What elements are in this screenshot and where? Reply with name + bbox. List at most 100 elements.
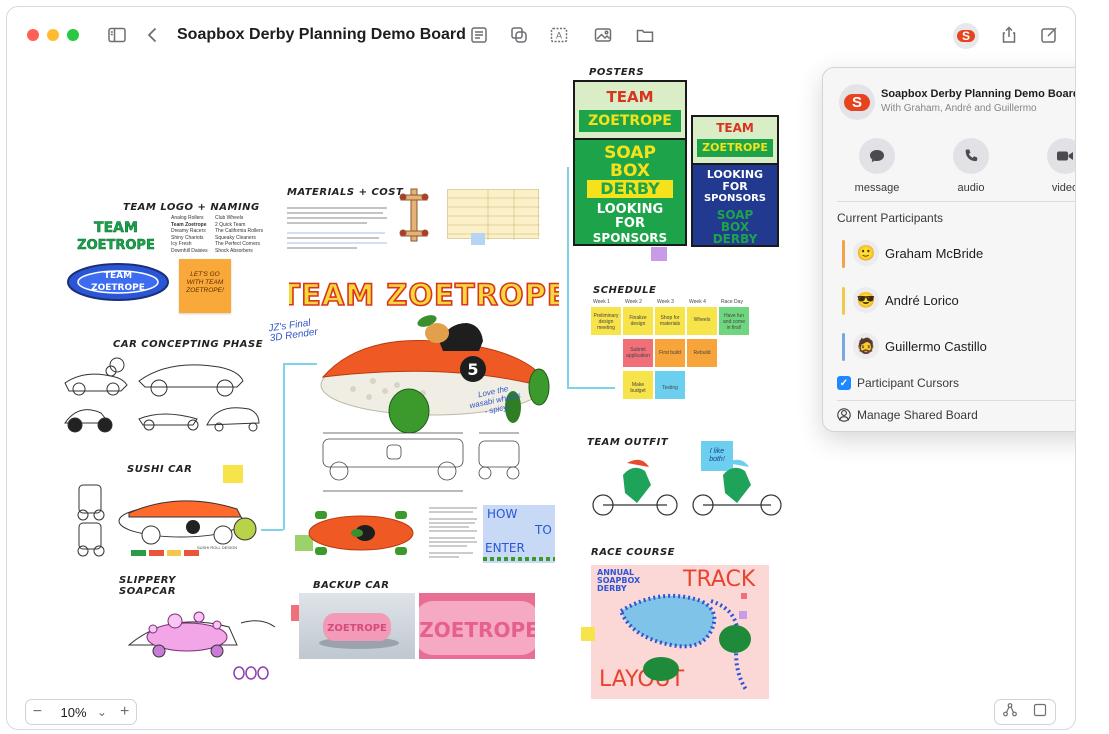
freeform-window: Soapbox Derby Planning Demo Board A S TE… [6,6,1076,730]
divider [837,400,1075,401]
zoom-level[interactable]: 10% [49,705,91,720]
schedule-note[interactable]: Wheels [687,307,717,335]
participant-name: Guillermo Castillo [885,339,987,354]
race-course-map[interactable]: ANNUAL SOAPBOX DERBY TRACK LAYOUT [591,565,769,699]
sushi-car-3d-render[interactable]: 5 [313,305,553,434]
toolbar: Soapbox Derby Planning Demo Board A S [7,7,1075,63]
audio-button[interactable]: audio [941,138,1001,194]
participant-color-bar [842,333,845,361]
section-car-concept-label: CAR CONCEPTING PHASE [113,339,264,350]
participant-cursors-toggle[interactable]: ✓ Participant Cursors [837,374,959,392]
section-team-logo-label: TEAM LOGO + NAMING [123,202,260,213]
team-logo-block[interactable]: TEAM ZOETROPE [71,217,161,253]
zoom-in-button[interactable]: + [113,703,136,721]
zoom-control[interactable]: − 10% ⌄ + [25,699,137,725]
avatar: 😎 [853,287,879,313]
poster-soapbox-derby[interactable]: TEAM ZOETROPE SOAP BOX DERBY LOOKING FOR… [573,80,687,246]
sidebar-toggle-icon[interactable] [105,23,129,47]
participants-heading: Current Participants [837,211,944,225]
section-race-course-label: RACE COURSE [591,547,675,558]
ring-logo[interactable]: TEAM ZOETROPE [65,261,171,303]
media-icon[interactable] [591,23,615,47]
phone-icon [953,138,989,174]
how-to-enter-poster[interactable]: HOW TO ENTER [483,505,555,563]
video-button[interactable]: video [1035,138,1075,194]
schedule-note[interactable]: First build [655,339,685,367]
schedule-note[interactable]: Make budget [623,371,653,399]
sushi-car-top-view[interactable] [305,505,417,561]
participant-name: Graham McBride [885,246,984,261]
people-gear-icon [837,408,851,422]
avatar: 🧔 [853,333,879,359]
sticky-note-poster[interactable] [651,247,667,261]
schedule-note[interactable]: Submit application [623,339,653,367]
diagram-view-icon[interactable] [1002,702,1018,723]
team-outfit-illustration[interactable] [587,455,787,517]
svg-text:TEAM: TEAM [104,271,132,281]
cost-table[interactable] [447,189,540,240]
how-to-enter-text [429,505,479,561]
color-swatches [131,550,199,556]
text-box-icon[interactable]: A [547,23,571,47]
zoom-menu-chevron-icon[interactable]: ⌄ [91,705,114,719]
popover-subtitle: With Graham, André and Guillermo [881,103,1037,114]
shapes-icon[interactable] [507,23,531,47]
folder-icon[interactable] [633,23,657,47]
wood-frame-sketch[interactable] [397,187,431,243]
svg-text:ZOETROPE: ZOETROPE [419,618,535,642]
section-team-outfit-label: TEAM OUTFIT [587,437,669,448]
divider [837,201,1075,202]
car-concept-sketches[interactable] [57,353,267,445]
share-icon[interactable] [997,23,1021,47]
participant-row[interactable]: 🧔 Guillermo Castillo [837,327,1075,367]
collaboration-popover: S Soapbox Derby Planning Demo Board With… [822,67,1076,432]
schedule-note[interactable]: Rebuild [687,339,717,367]
note-icon[interactable] [467,23,491,47]
participant-color-bar [842,240,845,268]
schedule-note[interactable]: Finalize design [623,307,653,335]
poster-looking-for-sponsors[interactable]: TEAM ZOETROPE LOOKING FOR SPONSORS SOAP … [691,115,779,247]
backup-car-photo-1[interactable]: ZOETROPE [299,593,415,659]
sticky-note-race-course[interactable] [581,627,595,641]
participant-row[interactable]: 🙂 Graham McBride [837,234,1075,274]
schedule-note[interactable]: Preliminary design meeting [591,307,621,335]
back-chevron-icon[interactable] [141,23,165,47]
svg-text:ZOETROPE: ZOETROPE [327,623,387,634]
schedule-grid[interactable]: Week 1 Week 2 Week 3 Week 4 Race Day Pre… [589,299,759,403]
svg-text:ZOETROPE: ZOETROPE [77,238,155,253]
section-schedule-label: SCHEDULE [593,285,657,296]
technical-drawing[interactable] [319,429,529,497]
fit-to-screen-icon[interactable] [1032,702,1048,723]
sticky-note-lets-go[interactable]: LET'S GO WITH TEAM ZOETROPE! [179,259,231,313]
zoom-out-button[interactable]: − [26,703,49,721]
schedule-note[interactable]: Shop for materials [655,307,685,335]
soap-car-sketch[interactable] [113,583,285,685]
schedule-note[interactable]: Testing [655,371,685,399]
message-bubble-icon [859,138,895,174]
sticky-note-materials[interactable] [471,233,485,245]
compose-icon[interactable] [1037,23,1061,47]
close-window-button[interactable] [27,29,39,41]
schedule-note[interactable]: Have fun and come in first! [719,307,749,335]
checkbox-checked-icon[interactable]: ✓ [837,376,851,390]
board-view-controls [994,699,1056,725]
participant-row[interactable]: 😎 André Lorico [837,281,1075,321]
svg-text:SUSHI ROLL DESIGN: SUSHI ROLL DESIGN [197,545,237,550]
connector-line [283,363,317,365]
board-title: Soapbox Derby Planning Demo Board [177,26,466,43]
render-note: JZ's Final 3D Render [267,317,319,345]
message-button[interactable]: message [847,138,907,194]
svg-text:TEAM: TEAM [94,220,138,236]
section-materials-label: MATERIALS + COST [287,187,404,198]
minimize-window-button[interactable] [47,29,59,41]
backup-car-photo-2[interactable]: ZOETROPE [419,593,535,659]
connector-line [567,167,569,387]
participant-name: André Lorico [885,293,959,308]
popover-title: Soapbox Derby Planning Demo Board [881,88,1076,100]
collaborator-avatar[interactable]: S [953,23,979,49]
svg-text:ZOETROPE: ZOETROPE [91,283,145,293]
manage-shared-board-button[interactable]: Manage Shared Board [837,408,978,422]
board-avatar: S [839,84,875,120]
materials-text [287,205,391,251]
zoom-window-button[interactable] [67,29,79,41]
